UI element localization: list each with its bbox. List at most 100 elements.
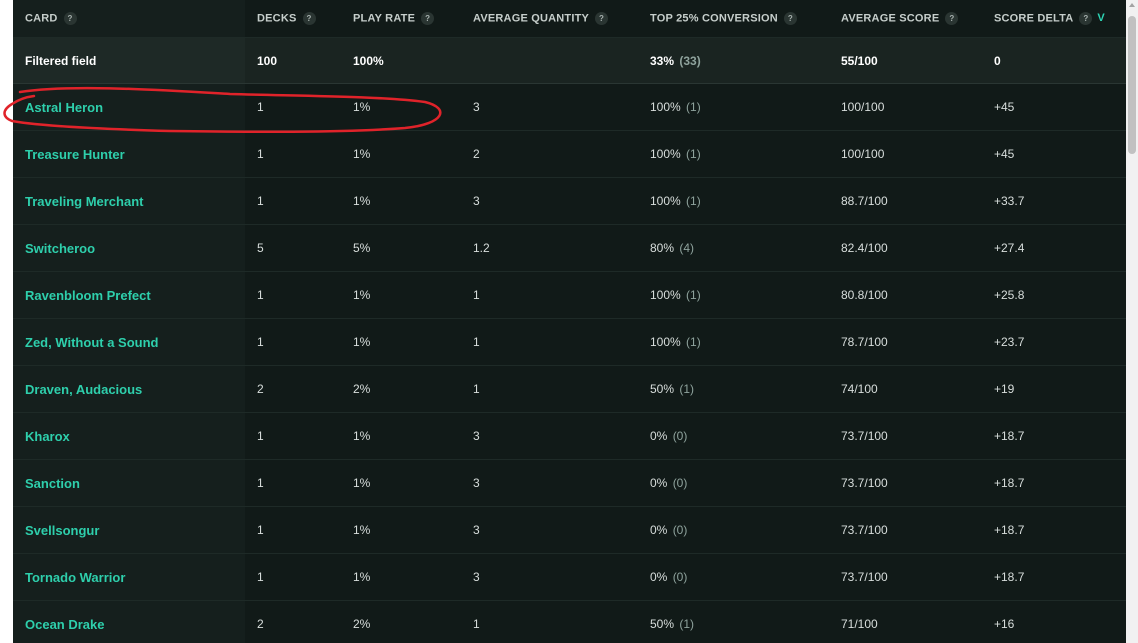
column-header-average-score[interactable]: AVERAGE SCORE? — [829, 0, 982, 38]
conversion-count: (0) — [672, 476, 688, 490]
conversion-count: (0) — [672, 429, 688, 443]
play-rate-cell: 1% — [341, 271, 461, 319]
decks-cell: 1 — [245, 506, 341, 554]
play-rate-cell: 1% — [341, 83, 461, 131]
score-delta-cell: +45 — [982, 130, 1126, 178]
filtered-conversion-cell: 33% (33) — [638, 37, 829, 84]
card-name-link[interactable]: Tornado Warrior — [13, 553, 245, 601]
conversion-cell: 0% (0) — [638, 412, 829, 460]
card-name-link[interactable]: Ocean Drake — [13, 600, 245, 643]
average-score-cell: 88.7/100 — [829, 177, 982, 225]
average-score-cell: 74/100 — [829, 365, 982, 413]
conversion-count: (1) — [686, 335, 701, 349]
column-header-score-delta[interactable]: SCORE DELTA? V — [982, 0, 1126, 38]
scrollbar-thumb[interactable] — [1128, 16, 1136, 154]
column-header-label: CARD — [25, 12, 58, 25]
play-rate-cell: 1% — [341, 412, 461, 460]
help-icon[interactable]: ? — [783, 12, 797, 25]
card-name-link[interactable]: Astral Heron — [13, 83, 245, 131]
average-score-cell: 100/100 — [829, 83, 982, 131]
average-score-cell: 73.7/100 — [829, 412, 982, 460]
column-header-card[interactable]: CARD? — [13, 0, 245, 38]
card-name-link[interactable]: Svellsongur — [13, 506, 245, 554]
score-delta-cell: +27.4 — [982, 224, 1126, 272]
column-header-label: PLAY RATE — [353, 12, 416, 25]
card-stats-table: CARD? DECKS? PLAY RATE? AVERAGE QUANTITY… — [13, 0, 1126, 643]
table-row: Sanction 1 1% 3 0% (0) 73.7/100 +18.7 — [13, 459, 1126, 507]
play-rate-cell: 1% — [341, 130, 461, 178]
average-score-cell: 80.8/100 — [829, 271, 982, 319]
conversion-percent: 100% — [650, 100, 681, 114]
average-quantity-cell: 3 — [461, 506, 638, 554]
play-rate-cell: 1% — [341, 553, 461, 601]
play-rate-cell: 1% — [341, 506, 461, 554]
conversion-percent: 50% — [650, 617, 675, 631]
score-delta-cell: +23.7 — [982, 318, 1126, 366]
decks-cell: 1 — [245, 130, 341, 178]
header-row: CARD? DECKS? PLAY RATE? AVERAGE QUANTITY… — [13, 0, 1126, 38]
play-rate-cell: 2% — [341, 365, 461, 413]
score-delta-cell: +18.7 — [982, 553, 1126, 601]
help-icon[interactable]: ? — [945, 12, 959, 25]
average-score-cell: 78.7/100 — [829, 318, 982, 366]
play-rate-cell: 1% — [341, 177, 461, 225]
conversion-percent: 80% — [650, 241, 675, 255]
score-delta-cell: +18.7 — [982, 506, 1126, 554]
decks-cell: 1 — [245, 318, 341, 366]
filtered-field-label: Filtered field — [13, 37, 245, 84]
column-header-label: DECKS — [257, 12, 297, 25]
card-stats-panel: CARD? DECKS? PLAY RATE? AVERAGE QUANTITY… — [13, 0, 1126, 643]
play-rate-cell: 5% — [341, 224, 461, 272]
decks-cell: 1 — [245, 83, 341, 131]
average-quantity-cell: 1 — [461, 271, 638, 319]
average-quantity-cell: 1 — [461, 600, 638, 643]
column-header-label: SCORE DELTA — [994, 12, 1074, 25]
card-name-link[interactable]: Zed, Without a Sound — [13, 318, 245, 366]
table-row: Switcheroo 5 5% 1.2 80% (4) 82.4/100 +27… — [13, 224, 1126, 272]
decks-cell: 5 — [245, 224, 341, 272]
help-icon[interactable]: ? — [595, 12, 609, 25]
conversion-count: (4) — [679, 241, 695, 255]
card-name-link[interactable]: Traveling Merchant — [13, 177, 245, 225]
average-score-cell: 71/100 — [829, 600, 982, 643]
help-icon[interactable]: ? — [302, 12, 316, 25]
average-quantity-cell: 1.2 — [461, 224, 638, 272]
column-header-top-25-conversion[interactable]: TOP 25% CONVERSION? — [638, 0, 829, 38]
column-header-decks[interactable]: DECKS? — [245, 0, 341, 38]
conversion-count: (1) — [679, 382, 695, 396]
card-name-link[interactable]: Draven, Audacious — [13, 365, 245, 413]
help-icon[interactable]: ? — [421, 12, 435, 25]
average-score-cell: 100/100 — [829, 130, 982, 178]
average-score-cell: 82.4/100 — [829, 224, 982, 272]
score-delta-cell: +25.8 — [982, 271, 1126, 319]
conversion-percent: 0% — [650, 429, 668, 443]
conversion-cell: 50% (1) — [638, 365, 829, 413]
card-name-link[interactable]: Switcheroo — [13, 224, 245, 272]
conversion-percent: 0% — [650, 523, 668, 537]
card-name-link[interactable]: Ravenbloom Prefect — [13, 271, 245, 319]
average-quantity-cell: 3 — [461, 553, 638, 601]
scroll-up-arrow-icon[interactable] — [1129, 3, 1135, 7]
help-icon[interactable]: ? — [1079, 12, 1093, 25]
help-icon[interactable]: ? — [63, 12, 77, 25]
conversion-cell: 0% (0) — [638, 553, 829, 601]
card-name-link[interactable]: Kharox — [13, 412, 245, 460]
conversion-percent: 50% — [650, 382, 675, 396]
score-delta-cell: +16 — [982, 600, 1126, 643]
average-quantity-cell: 1 — [461, 365, 638, 413]
average-quantity-cell: 2 — [461, 130, 638, 178]
column-header-play-rate[interactable]: PLAY RATE? — [341, 0, 461, 38]
average-score-cell: 73.7/100 — [829, 553, 982, 601]
filtered-decks: 100 — [245, 37, 341, 84]
decks-cell: 1 — [245, 271, 341, 319]
score-delta-cell: +18.7 — [982, 459, 1126, 507]
sort-descending-icon[interactable]: V — [1097, 12, 1105, 24]
column-header-label: AVERAGE SCORE — [841, 12, 940, 25]
card-name-link[interactable]: Treasure Hunter — [13, 130, 245, 178]
card-name-link[interactable]: Sanction — [13, 459, 245, 507]
table-row: Draven, Audacious 2 2% 1 50% (1) 74/100 … — [13, 365, 1126, 413]
column-header-average-quantity[interactable]: AVERAGE QUANTITY? — [461, 0, 638, 38]
play-rate-cell: 1% — [341, 318, 461, 366]
decks-cell: 2 — [245, 365, 341, 413]
vertical-scrollbar[interactable] — [1126, 0, 1138, 643]
